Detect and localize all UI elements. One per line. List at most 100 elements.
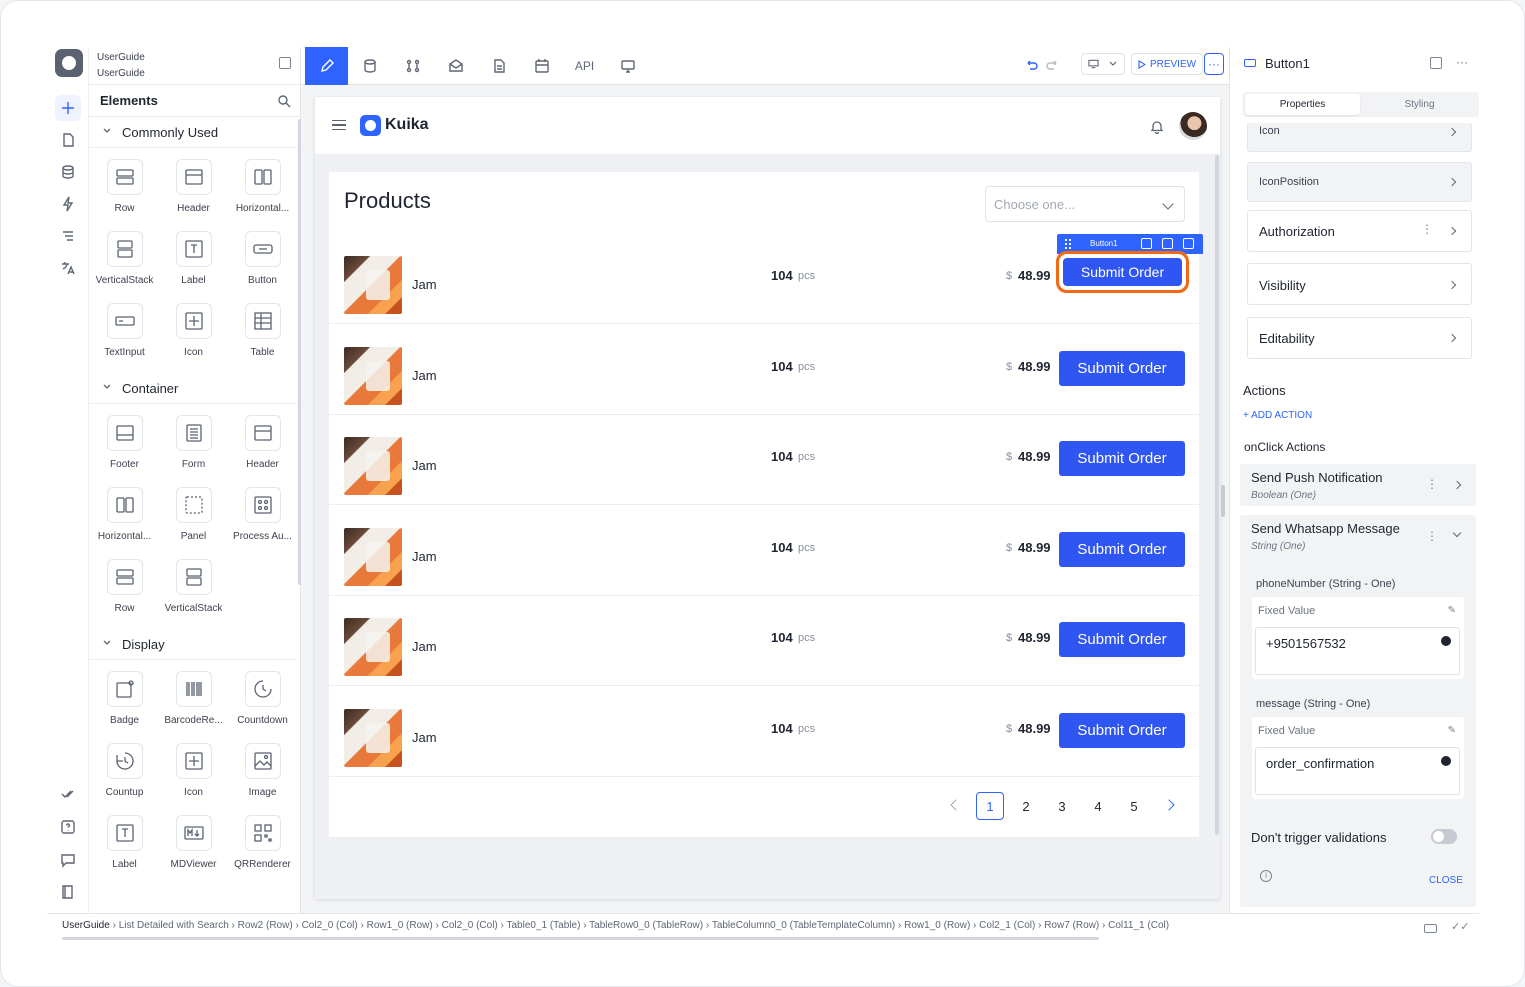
- clear-icon[interactable]: [1441, 756, 1451, 766]
- kebab-icon[interactable]: ⋮: [1421, 222, 1433, 236]
- element-tile[interactable]: Horizontal...: [90, 487, 159, 559]
- tab-styling[interactable]: Styling: [1362, 94, 1477, 115]
- data-tab-icon[interactable]: [348, 47, 391, 85]
- page-number[interactable]: 3: [1048, 792, 1076, 820]
- hamburger-menu-icon[interactable]: [332, 120, 346, 130]
- pages-icon[interactable]: [55, 127, 81, 153]
- phone-number-field[interactable]: +9501567532: [1255, 627, 1460, 675]
- element-tile[interactable]: MDViewer: [159, 815, 228, 887]
- breadcrumb-item[interactable]: TableRow0_0 (TableRow): [589, 920, 703, 931]
- element-tile[interactable]: Table: [228, 303, 297, 375]
- calendar-tab-icon[interactable]: [520, 47, 563, 85]
- element-tile[interactable]: Label: [90, 815, 159, 887]
- tab-properties[interactable]: Properties: [1245, 94, 1360, 115]
- list-icon[interactable]: [55, 223, 81, 249]
- element-tile[interactable]: VerticalStack: [90, 231, 159, 303]
- translate-icon[interactable]: [55, 255, 81, 281]
- breadcrumb-item[interactable]: List Detailed with Search: [119, 920, 229, 931]
- breadcrumb-item[interactable]: Table0_1 (Table): [506, 920, 580, 931]
- element-tile[interactable]: Footer: [90, 415, 159, 487]
- resize-handle[interactable]: [1221, 485, 1225, 517]
- check-all-icon[interactable]: [55, 781, 81, 807]
- breadcrumb-item[interactable]: Row1_0 (Row): [904, 920, 970, 931]
- database-icon[interactable]: [55, 159, 81, 185]
- monitor-settings-tab-icon[interactable]: [606, 47, 649, 85]
- breadcrumb-item[interactable]: Row2 (Row): [238, 920, 293, 931]
- submit-order-button[interactable]: Submit Order: [1059, 622, 1185, 657]
- authorization-property[interactable]: Authorization ⋮: [1247, 210, 1472, 252]
- submit-order-button[interactable]: Submit Order: [1059, 712, 1185, 748]
- breadcrumb-item[interactable]: Col11_1 (Col): [1108, 920, 1169, 931]
- element-tile[interactable]: TextInput: [90, 303, 159, 375]
- breadcrumb-scrollbar[interactable]: [62, 937, 1099, 940]
- section-display[interactable]: Display: [89, 629, 297, 660]
- breadcrumb-item[interactable]: Col2_0 (Col): [302, 920, 358, 931]
- preview-button[interactable]: PREVIEW: [1131, 53, 1203, 75]
- document-tab-icon[interactable]: [477, 47, 520, 85]
- kebab-icon[interactable]: ⋮: [1426, 529, 1438, 543]
- prev-page-icon[interactable]: [950, 799, 962, 811]
- submit-order-button[interactable]: Submit Order: [1059, 441, 1185, 476]
- edit-icon[interactable]: ✎: [1448, 605, 1456, 616]
- element-tile[interactable]: Countup: [90, 743, 159, 815]
- mail-tab-icon[interactable]: [434, 47, 477, 85]
- validation-toggle[interactable]: [1431, 829, 1457, 844]
- element-tile[interactable]: Header: [159, 159, 228, 231]
- breadcrumb-item[interactable]: Row1_0 (Row): [367, 920, 433, 931]
- element-tile[interactable]: Badge: [90, 671, 159, 743]
- close-button[interactable]: CLOSE: [1429, 875, 1463, 886]
- canvas-scrollbar[interactable]: [1215, 155, 1219, 835]
- element-tile[interactable]: Header: [228, 415, 297, 487]
- element-tile[interactable]: Icon: [159, 303, 228, 375]
- element-tile[interactable]: VerticalStack: [159, 559, 228, 631]
- undo-icon[interactable]: [1019, 47, 1043, 85]
- clear-icon[interactable]: [1441, 636, 1451, 646]
- avatar[interactable]: [1179, 112, 1207, 140]
- api-tab[interactable]: API: [563, 47, 606, 85]
- submit-order-button[interactable]: Submit Order: [1063, 258, 1182, 286]
- trash-icon[interactable]: [1162, 238, 1173, 249]
- element-tile[interactable]: BarcodeRe...: [159, 671, 228, 743]
- copy-icon[interactable]: [1183, 238, 1194, 249]
- more-icon[interactable]: ···: [1456, 55, 1468, 69]
- add-action-button[interactable]: + ADD ACTION: [1243, 410, 1312, 421]
- info-icon[interactable]: i: [1260, 870, 1272, 882]
- redo-icon[interactable]: [1041, 47, 1065, 85]
- page-number[interactable]: 1: [976, 792, 1004, 820]
- breadcrumb-item[interactable]: TableColumn0_0 (TableTemplateColumn): [712, 920, 895, 931]
- element-tile[interactable]: Label: [159, 231, 228, 303]
- element-tile[interactable]: Panel: [159, 487, 228, 559]
- element-tile[interactable]: Row: [90, 559, 159, 631]
- element-tile[interactable]: Image: [228, 743, 297, 815]
- chevron-down-icon[interactable]: [1452, 528, 1462, 538]
- icon-property[interactable]: Icon: [1247, 123, 1472, 152]
- element-tile[interactable]: Process Au...: [228, 487, 297, 559]
- breadcrumb-item[interactable]: Col2_1 (Col): [979, 920, 1035, 931]
- visibility-property[interactable]: Visibility: [1247, 263, 1472, 305]
- next-page-icon[interactable]: [1163, 799, 1175, 811]
- breadcrumb-root[interactable]: UserGuide: [62, 920, 110, 931]
- more-options-button[interactable]: ···: [1204, 53, 1224, 75]
- submit-order-button[interactable]: Submit Order: [1059, 531, 1185, 567]
- page-number[interactable]: 4: [1084, 792, 1112, 820]
- iconposition-property[interactable]: IconPosition: [1247, 162, 1472, 202]
- book-icon[interactable]: [55, 879, 81, 905]
- add-element-icon[interactable]: [55, 95, 81, 121]
- filter-select[interactable]: Choose one...: [985, 186, 1185, 222]
- page-number[interactable]: 5: [1120, 792, 1148, 820]
- edit-icon[interactable]: ✎: [1448, 725, 1456, 736]
- device-select[interactable]: [1081, 53, 1125, 75]
- element-tile[interactable]: Horizontal...: [228, 159, 297, 231]
- panel-toggle-icon[interactable]: [279, 57, 291, 69]
- drag-handle-icon[interactable]: [1064, 238, 1072, 250]
- check-all-icon[interactable]: ✓✓: [1451, 920, 1469, 933]
- action-push-notification[interactable]: Send Push Notification Boolean (One) ⋮: [1240, 464, 1476, 506]
- kebab-icon[interactable]: ⋮: [1426, 477, 1438, 491]
- element-tile[interactable]: Button: [228, 231, 297, 303]
- panel-layout-icon[interactable]: [1430, 57, 1442, 69]
- editability-property[interactable]: Editability: [1247, 317, 1472, 359]
- element-tile[interactable]: Form: [159, 415, 228, 487]
- add-component-icon[interactable]: [1141, 238, 1152, 249]
- keyboard-icon[interactable]: [1424, 924, 1437, 933]
- element-tile[interactable]: Row: [90, 159, 159, 231]
